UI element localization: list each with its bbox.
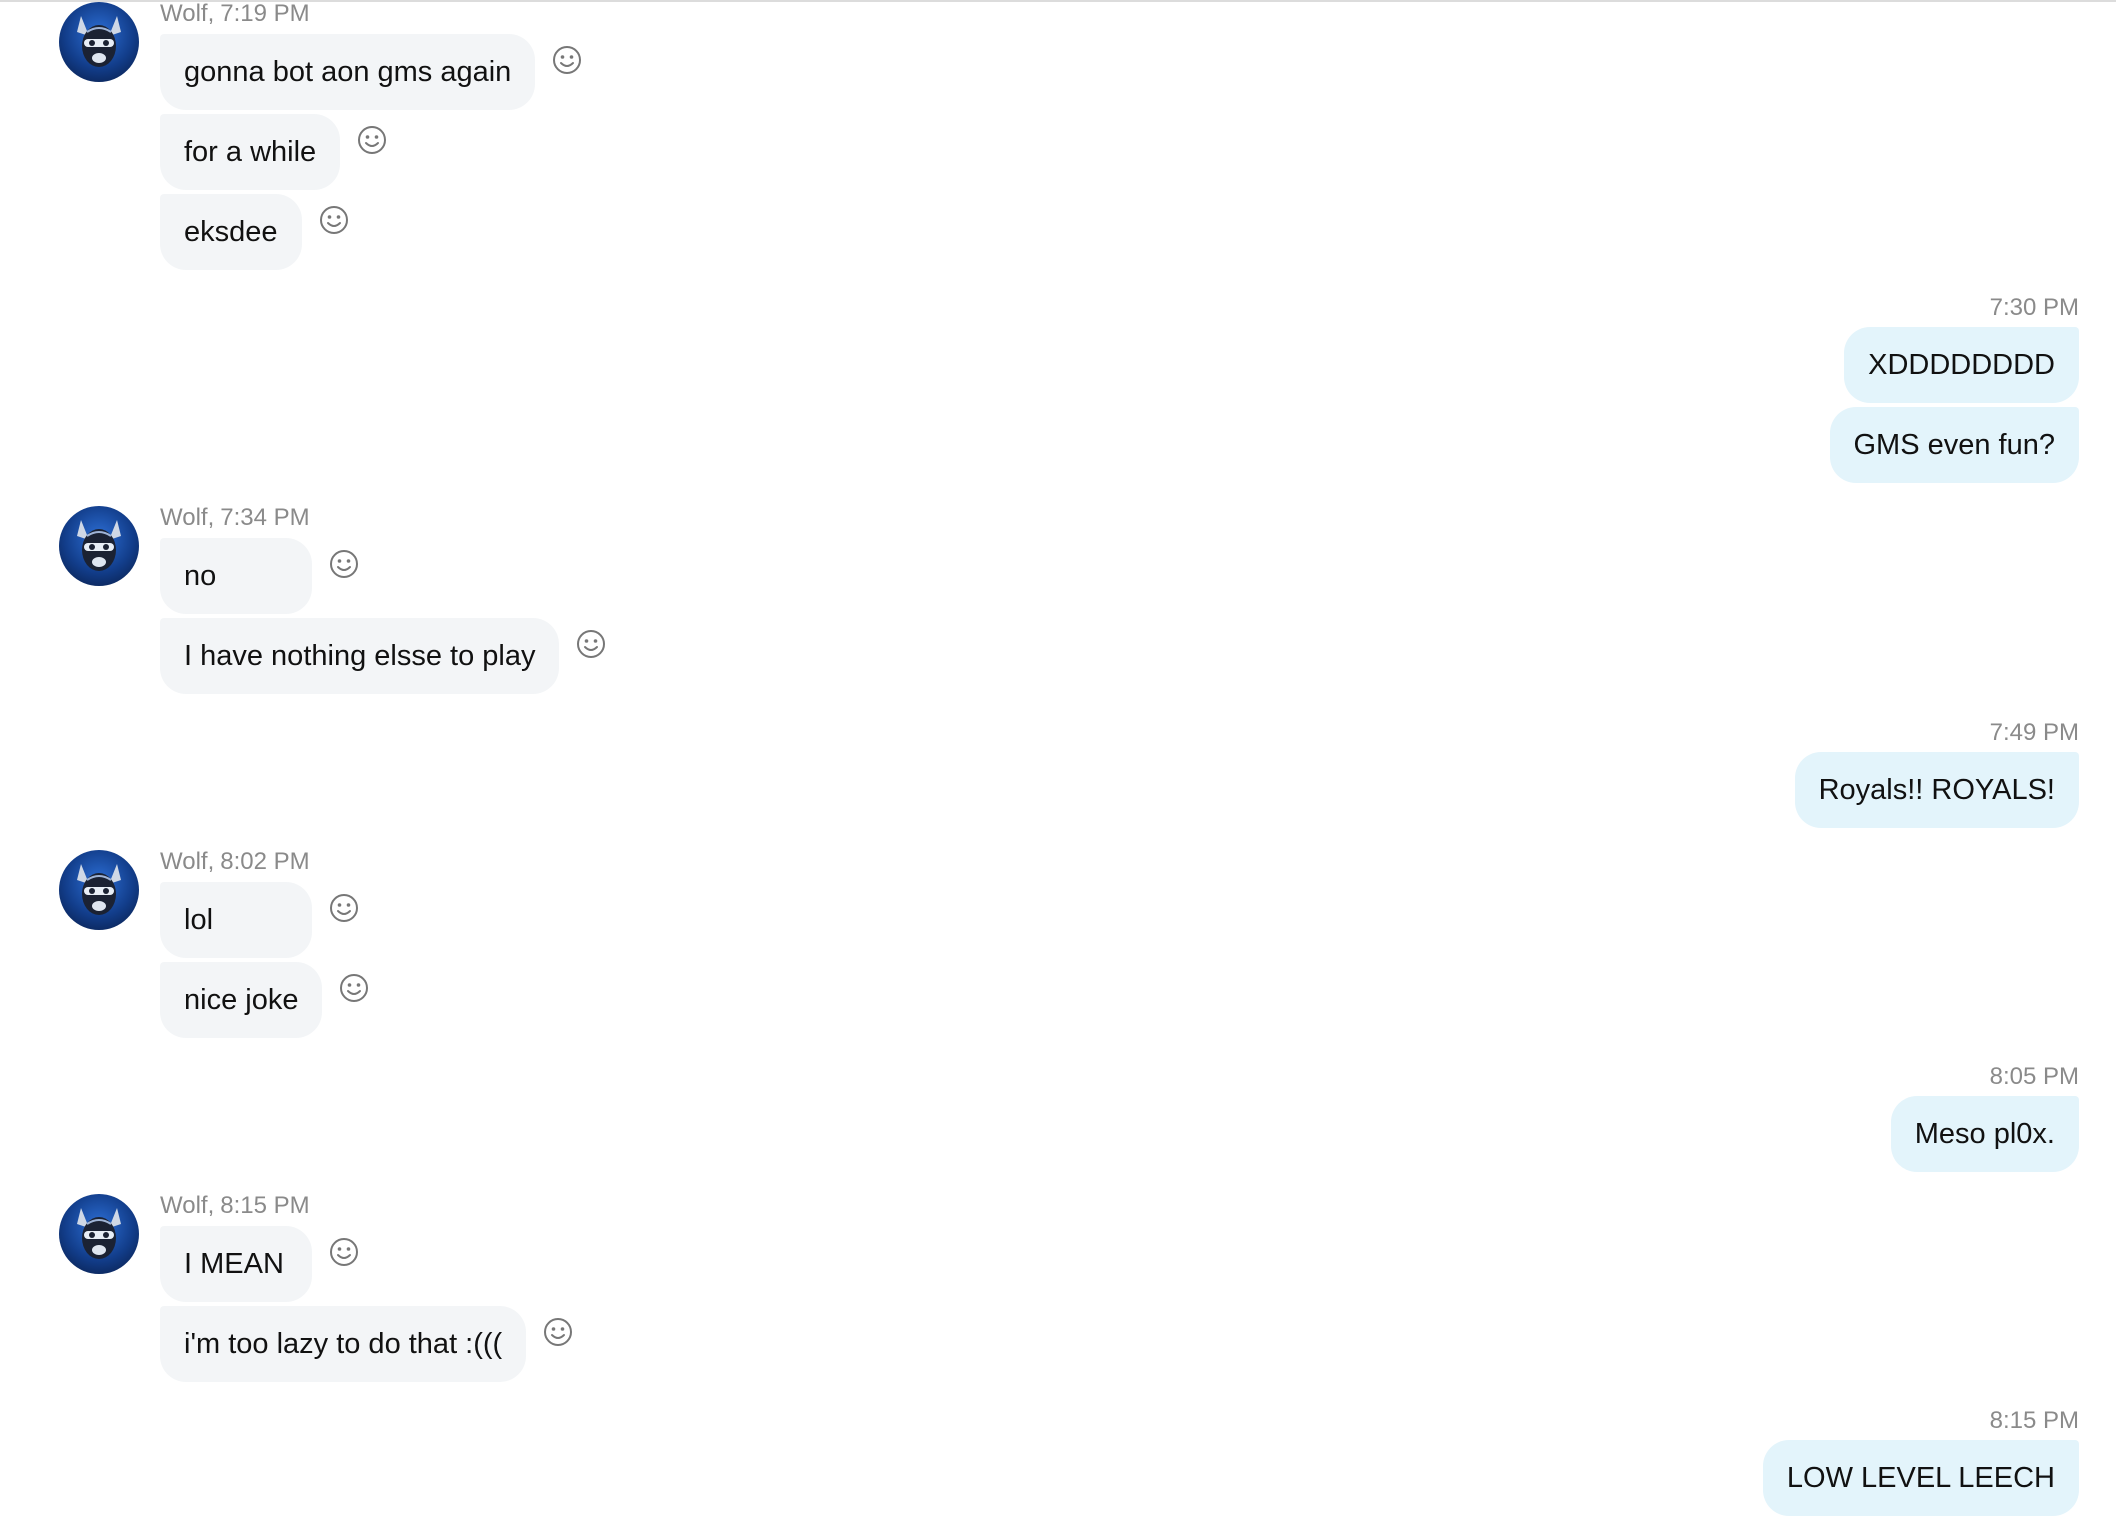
chat-conversation: Wolf, 7:19 PM gonna bot aon gms again for…	[0, 0, 2116, 1538]
message-row: I have nothing elsse to play	[160, 618, 607, 694]
message-row: no	[160, 538, 360, 614]
incoming-message-bubble[interactable]: I MEAN	[160, 1226, 312, 1302]
incoming-message-bubble[interactable]: for a while	[160, 114, 341, 190]
incoming-message-bubble[interactable]: eksdee	[160, 194, 302, 270]
sender-timestamp: Wolf, 7:34 PM	[160, 504, 310, 531]
message-timestamp: 7:30 PM	[1989, 294, 2079, 321]
outgoing-message-group: 8:05 PM Meso pl0x.	[1479, 1062, 2079, 1176]
outgoing-message-bubble[interactable]: LOW LEVEL LEECH	[1762, 1440, 2079, 1516]
smiley-icon[interactable]	[318, 204, 350, 236]
message-row: lol	[160, 882, 360, 958]
smiley-icon[interactable]	[328, 892, 360, 924]
smiley-icon[interactable]	[542, 1316, 574, 1348]
contact-avatar[interactable]	[59, 506, 139, 586]
message-timestamp: 8:15 PM	[1989, 1407, 2079, 1434]
wolf-avatar-icon	[77, 1208, 121, 1259]
outgoing-message-group: 8:15 PM LOW LEVEL LEECH	[1479, 1406, 2079, 1520]
outgoing-message-group: 7:49 PM Royals!! ROYALS!	[1479, 718, 2079, 832]
wolf-avatar-icon	[77, 520, 121, 571]
message-row: I MEAN	[160, 1226, 360, 1302]
sender-timestamp: Wolf, 8:02 PM	[160, 848, 310, 875]
message-row: eksdee	[160, 194, 350, 270]
contact-avatar[interactable]	[59, 1194, 139, 1274]
outgoing-message-bubble[interactable]: XDDDDDDDD	[1844, 327, 2079, 403]
contact-avatar[interactable]	[59, 850, 139, 930]
smiley-icon[interactable]	[356, 124, 388, 156]
outgoing-message-group: 7:30 PM XDDDDDDDD GMS even fun?	[1479, 293, 2079, 487]
incoming-message-bubble[interactable]: lol	[160, 882, 312, 958]
outgoing-message-bubble[interactable]: Royals!! ROYALS!	[1794, 752, 2079, 828]
smiley-icon[interactable]	[328, 548, 360, 580]
incoming-message-bubble[interactable]: I have nothing elsse to play	[160, 618, 560, 694]
outgoing-message-bubble[interactable]: GMS even fun?	[1829, 407, 2079, 483]
message-row: for a while	[160, 114, 388, 190]
smiley-icon[interactable]	[328, 1236, 360, 1268]
incoming-message-bubble[interactable]: nice joke	[160, 962, 323, 1038]
outgoing-message-bubble[interactable]: Meso pl0x.	[1890, 1096, 2079, 1172]
message-row: nice joke	[160, 962, 370, 1038]
contact-avatar[interactable]	[59, 2, 139, 82]
message-timestamp: 7:49 PM	[1989, 719, 2079, 746]
wolf-avatar-icon	[77, 864, 121, 915]
smiley-icon[interactable]	[575, 628, 607, 660]
sender-timestamp: Wolf, 7:19 PM	[160, 0, 310, 27]
incoming-message-bubble[interactable]: i'm too lazy to do that :(((	[160, 1306, 527, 1382]
message-row: gonna bot aon gms again	[160, 34, 583, 110]
wolf-avatar-icon	[77, 16, 121, 67]
message-timestamp: 8:05 PM	[1989, 1063, 2079, 1090]
incoming-message-bubble[interactable]: no	[160, 538, 312, 614]
message-row: i'm too lazy to do that :(((	[160, 1306, 574, 1382]
smiley-icon[interactable]	[338, 972, 370, 1004]
incoming-message-bubble[interactable]: gonna bot aon gms again	[160, 34, 536, 110]
smiley-icon[interactable]	[551, 44, 583, 76]
sender-timestamp: Wolf, 8:15 PM	[160, 1192, 310, 1219]
